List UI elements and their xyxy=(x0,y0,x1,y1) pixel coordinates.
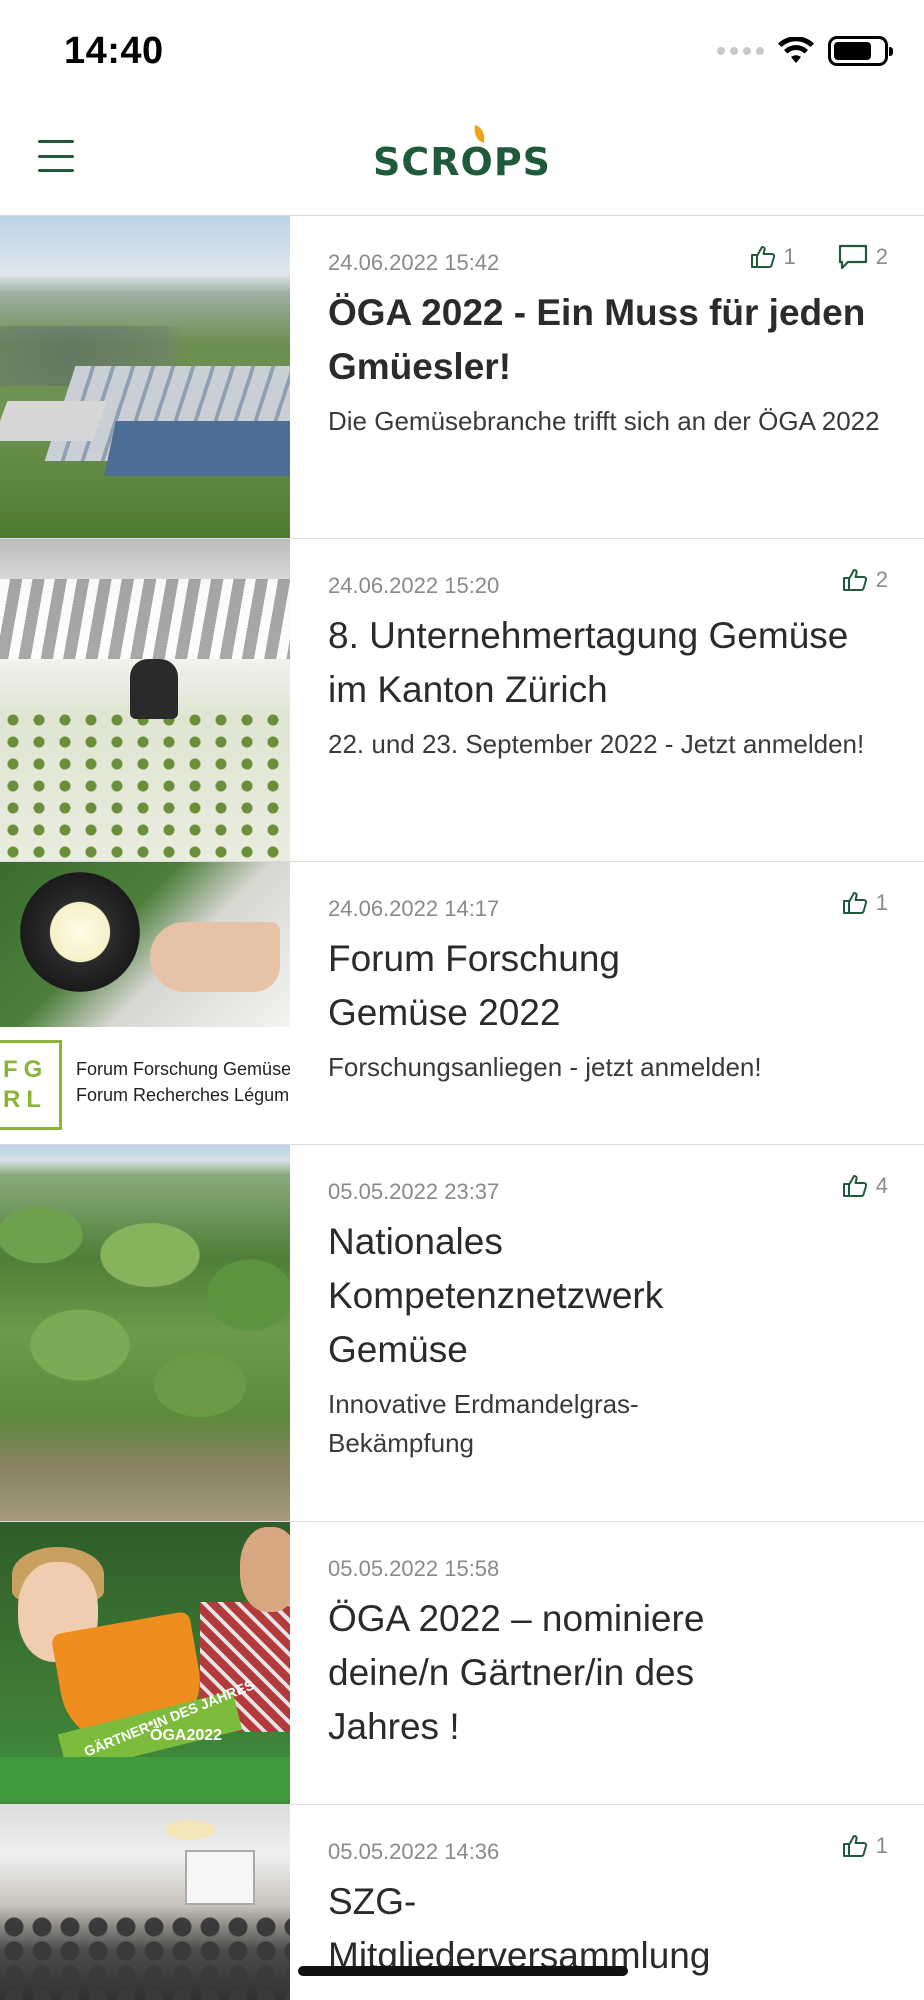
news-subtitle: Innovative Erdmandelgras-Bekämpfung xyxy=(328,1389,639,1458)
news-title: ÖGA 2022 – nominiere deine/n Gärtner/in … xyxy=(328,1598,705,1747)
news-item[interactable]: 05.05.2022 23:37 4 Nationales Kompetenzn… xyxy=(0,1145,924,1522)
status-time: 14:40 xyxy=(64,30,164,72)
home-indicator[interactable] xyxy=(298,1966,628,1976)
like-counter[interactable]: 4 xyxy=(842,1173,888,1199)
news-subtitle: Forschungsanliegen - jetzt anmelden! xyxy=(328,1052,762,1082)
news-title: ÖGA 2022 - Ein Muss für jeden Gmüesler! xyxy=(328,292,866,387)
battery-icon xyxy=(828,36,893,66)
fgrl-logo: FG RL xyxy=(0,1040,62,1130)
like-count: 1 xyxy=(783,244,796,269)
news-feed: 24.06.2022 15:42 1 2 ÖGA 2022 - Ein Muss… xyxy=(0,216,924,2000)
thumbs-up-icon xyxy=(842,892,867,914)
thumbs-up-icon xyxy=(842,1175,867,1197)
news-thumbnail: GÄRTNER*IN DES JAHRES ÖGA2022 xyxy=(0,1522,290,1804)
news-title: Nationales Kompetenznetzwerk Gemüse xyxy=(328,1221,664,1370)
news-title: 8. Unternehmertagung Gemüse im Kanton Zü… xyxy=(328,615,849,710)
scrops-logo: SCR OPS xyxy=(0,125,924,184)
app-header: SCR OPS xyxy=(0,108,924,216)
comment-icon xyxy=(838,244,867,270)
like-count: 4 xyxy=(875,1173,888,1198)
news-thumbnail: FG RL Forum Forschung Gemüse Forum Recher… xyxy=(0,862,290,1144)
news-date: 05.05.2022 23:37 xyxy=(328,1179,500,1204)
status-icons xyxy=(717,36,893,66)
thumbnail-caption: Forum Forschung Gemüse Forum Recherches … xyxy=(76,1059,290,1105)
news-item[interactable]: 24.06.2022 15:20 2 8. Unternehmertagung … xyxy=(0,539,924,862)
news-thumbnail xyxy=(0,1805,290,2000)
news-date: 05.05.2022 14:36 xyxy=(328,1839,500,1864)
comment-count: 2 xyxy=(875,244,888,269)
like-counter[interactable]: 1 xyxy=(750,244,796,270)
like-count: 1 xyxy=(875,890,888,915)
news-item[interactable]: FG RL Forum Forschung Gemüse Forum Recher… xyxy=(0,862,924,1145)
signal-icon xyxy=(717,47,764,55)
news-title: Forum Forschung Gemüse 2022 xyxy=(328,938,620,1033)
like-counter[interactable]: 1 xyxy=(842,1833,888,1859)
news-thumbnail xyxy=(0,216,290,538)
like-count: 1 xyxy=(875,1833,888,1858)
news-date: 24.06.2022 14:17 xyxy=(328,896,500,921)
news-thumbnail xyxy=(0,539,290,861)
comment-counter[interactable]: 2 xyxy=(838,244,888,270)
news-date: 24.06.2022 15:20 xyxy=(328,573,500,598)
thumbs-up-icon xyxy=(750,246,775,268)
news-item[interactable]: GÄRTNER*IN DES JAHRES ÖGA2022 05.05.2022… xyxy=(0,1522,924,1805)
thumbs-up-icon xyxy=(842,1835,867,1857)
wifi-icon xyxy=(778,37,814,63)
thumbnail-event: ÖGA2022 xyxy=(150,1727,223,1744)
status-bar: 14:40 xyxy=(0,0,924,108)
news-date: 05.05.2022 15:58 xyxy=(328,1556,500,1581)
like-counter[interactable]: 2 xyxy=(842,567,888,593)
news-date: 24.06.2022 15:42 xyxy=(328,250,500,275)
thumbs-up-icon xyxy=(842,569,867,591)
like-count: 2 xyxy=(875,567,888,592)
news-subtitle: 22. und 23. September 2022 - Jetzt anmel… xyxy=(328,729,865,759)
like-counter[interactable]: 1 xyxy=(842,890,888,916)
news-thumbnail xyxy=(0,1145,290,1521)
news-subtitle: Die Gemüsebranche trifft sich an der ÖGA… xyxy=(328,406,880,436)
news-item[interactable]: 24.06.2022 15:42 1 2 ÖGA 2022 - Ein Muss… xyxy=(0,216,924,539)
